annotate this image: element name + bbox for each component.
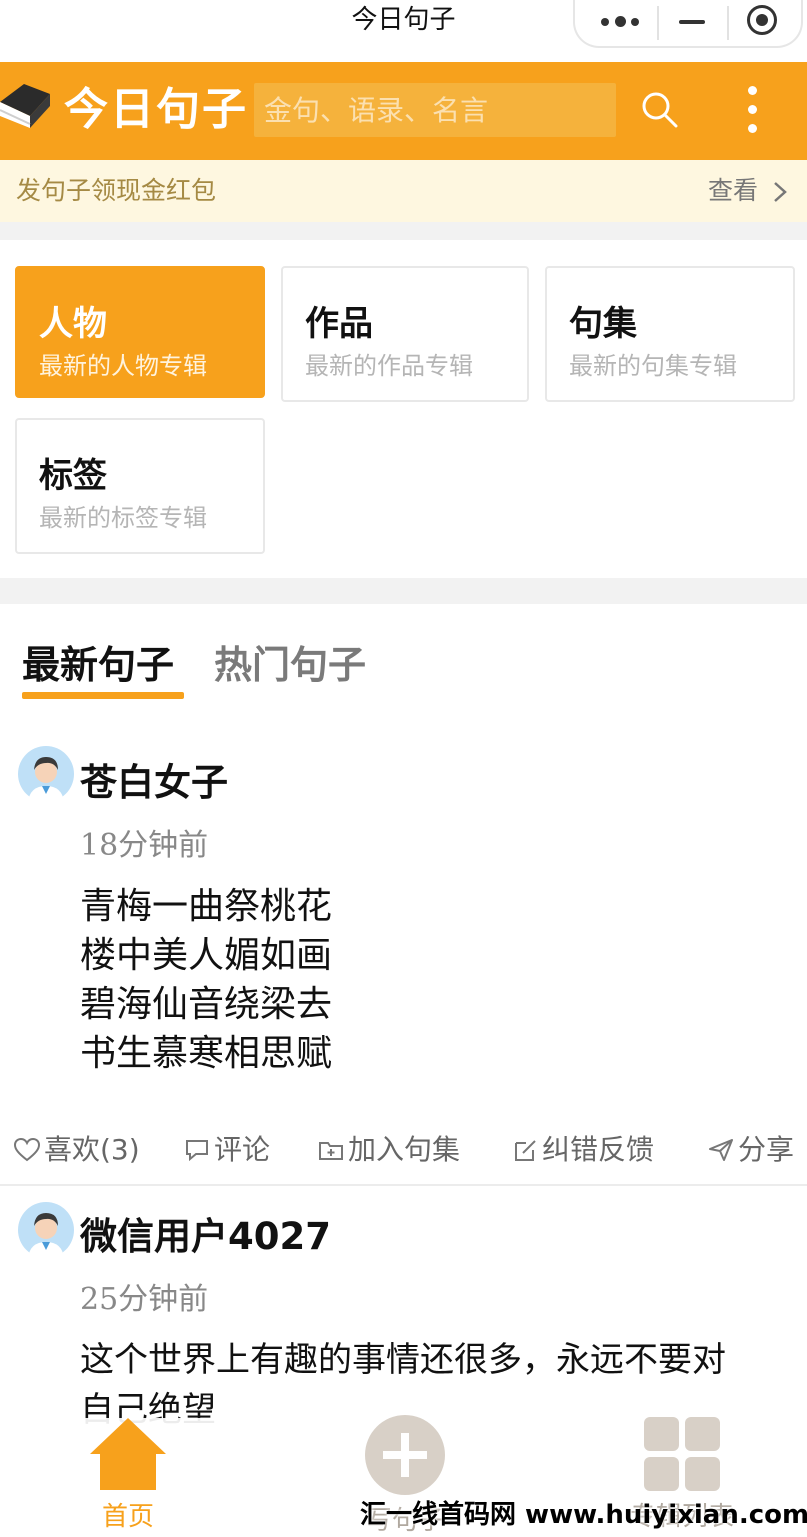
category-card-works[interactable]: 作品 最新的作品专辑 <box>281 266 529 402</box>
category-title: 句集 <box>569 304 637 344</box>
post-actions: 喜欢(3) 评论 加入句集 纠错反馈 分享 <box>0 1128 807 1172</box>
capsule-menu <box>573 0 803 48</box>
avatar[interactable] <box>18 1202 74 1258</box>
nav-home[interactable]: 首页 <box>88 1416 168 1536</box>
post-username[interactable]: 微信用户4027 <box>80 1206 331 1260</box>
post-line: 碧海仙音绕梁去 <box>80 984 333 1025</box>
post-divider <box>0 1184 807 1186</box>
section-divider <box>0 578 807 604</box>
watermark-text: 汇一线首码网 www.huiyixian.com <box>360 1500 807 1530</box>
book-logo-icon <box>0 84 50 128</box>
edit-icon <box>515 1140 536 1161</box>
grid-icon <box>644 1417 720 1491</box>
category-title: 标签 <box>39 456 107 496</box>
category-card-tags[interactable]: 标签 最新的标签专辑 <box>15 418 265 554</box>
category-subtitle: 最新的标签专辑 <box>39 504 207 532</box>
home-icon <box>90 1418 166 1490</box>
chevron-right-icon <box>774 182 787 202</box>
search-icon[interactable] <box>640 90 680 130</box>
heart-icon <box>14 1138 40 1162</box>
category-card-people[interactable]: 人物 最新的人物专辑 <box>15 266 265 398</box>
post-line: 这个世界上有趣的事情还很多，永远不要对 <box>80 1340 726 1380</box>
folder-plus-icon <box>319 1142 343 1160</box>
vertical-more-icon[interactable] <box>744 84 760 136</box>
category-title: 作品 <box>305 304 373 344</box>
plus-circle-icon <box>365 1415 445 1495</box>
category-title: 人物 <box>39 304 107 344</box>
category-card-collections[interactable]: 句集 最新的句集专辑 <box>545 266 795 402</box>
report-error-button[interactable]: 纠错反馈 <box>512 1128 654 1172</box>
avatar[interactable] <box>18 746 74 802</box>
report-label: 纠错反馈 <box>542 1133 655 1166</box>
category-subtitle: 最新的句集专辑 <box>569 352 737 380</box>
share-button[interactable]: 分享 <box>708 1128 794 1172</box>
promo-view-link[interactable]: 查看 <box>708 160 758 222</box>
active-tab-indicator <box>22 692 184 699</box>
tab-latest[interactable]: 最新句子 <box>22 640 174 690</box>
mini-program-title-bar: 今日句子 <box>0 0 807 62</box>
close-target-icon[interactable] <box>747 5 777 35</box>
nav-home-label: 首页 <box>101 1502 154 1532</box>
like-button[interactable]: 喜欢(3) <box>14 1128 140 1172</box>
more-dots-icon[interactable] <box>601 16 641 28</box>
comment-icon <box>186 1140 208 1162</box>
tab-popular[interactable]: 热门句子 <box>214 640 366 690</box>
post-line: 青梅一曲祭桃花 <box>80 886 333 927</box>
category-subtitle: 最新的人物专辑 <box>39 352 207 380</box>
comment-button[interactable]: 评论 <box>184 1128 270 1172</box>
category-subtitle: 最新的作品专辑 <box>305 352 473 380</box>
post-time: 18分钟前 <box>80 828 209 863</box>
like-label: 喜欢(3) <box>44 1133 140 1166</box>
comment-label: 评论 <box>214 1133 271 1166</box>
section-divider <box>0 222 807 240</box>
add-to-collection-button[interactable]: 加入句集 <box>318 1128 460 1172</box>
post-line: 书生慕寒相思赋 <box>80 1033 333 1074</box>
send-icon <box>709 1139 733 1161</box>
post-username[interactable]: 苍白女子 <box>80 752 228 806</box>
share-label: 分享 <box>738 1133 795 1166</box>
search-input[interactable] <box>264 83 604 137</box>
add-label: 加入句集 <box>348 1133 461 1166</box>
promo-text: 发句子领现金红包 <box>16 176 217 205</box>
app-logo-text[interactable]: 今日句子 <box>64 80 248 140</box>
post-time: 25分钟前 <box>80 1282 209 1317</box>
post-line: 楼中美人媚如画 <box>80 935 333 976</box>
minimize-icon[interactable] <box>679 20 705 24</box>
